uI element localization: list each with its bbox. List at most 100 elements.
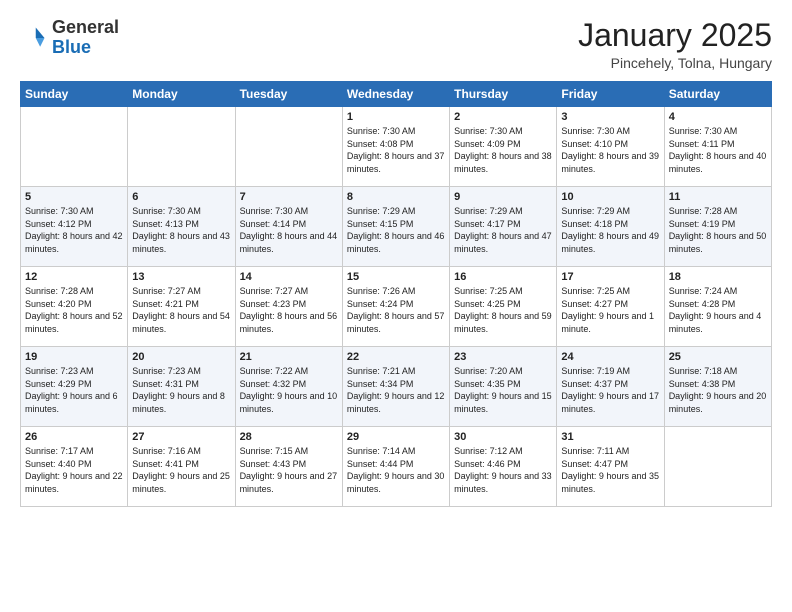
col-tuesday: Tuesday: [235, 82, 342, 107]
day-info: Sunrise: 7:30 AM Sunset: 4:08 PM Dayligh…: [347, 125, 445, 175]
calendar-cell: [21, 107, 128, 187]
day-number: 14: [240, 271, 338, 283]
day-info: Sunrise: 7:29 AM Sunset: 4:18 PM Dayligh…: [561, 205, 659, 255]
day-info: Sunrise: 7:21 AM Sunset: 4:34 PM Dayligh…: [347, 365, 445, 415]
day-number: 12: [25, 271, 123, 283]
day-number: 15: [347, 271, 445, 283]
calendar-cell: 9 Sunrise: 7:29 AM Sunset: 4:17 PM Daylig…: [450, 187, 557, 267]
day-info: Sunrise: 7:12 AM Sunset: 4:46 PM Dayligh…: [454, 445, 552, 495]
calendar-cell: 14 Sunrise: 7:27 AM Sunset: 4:23 PM Dayli…: [235, 267, 342, 347]
calendar-cell: 31 Sunrise: 7:11 AM Sunset: 4:47 PM Dayli…: [557, 427, 664, 507]
calendar-cell: 2 Sunrise: 7:30 AM Sunset: 4:09 PM Daylig…: [450, 107, 557, 187]
col-friday: Friday: [557, 82, 664, 107]
day-number: 18: [669, 271, 767, 283]
calendar-cell: 23 Sunrise: 7:20 AM Sunset: 4:35 PM Dayli…: [450, 347, 557, 427]
calendar-week-2: 5 Sunrise: 7:30 AM Sunset: 4:12 PM Daylig…: [21, 187, 772, 267]
day-number: 11: [669, 191, 767, 203]
day-number: 17: [561, 271, 659, 283]
day-number: 25: [669, 351, 767, 363]
day-info: Sunrise: 7:30 AM Sunset: 4:11 PM Dayligh…: [669, 125, 767, 175]
calendar-cell: 17 Sunrise: 7:25 AM Sunset: 4:27 PM Dayli…: [557, 267, 664, 347]
day-number: 27: [132, 431, 230, 443]
day-number: 28: [240, 431, 338, 443]
calendar-cell: 12 Sunrise: 7:28 AM Sunset: 4:20 PM Dayli…: [21, 267, 128, 347]
col-wednesday: Wednesday: [342, 82, 449, 107]
day-number: 2: [454, 111, 552, 123]
day-info: Sunrise: 7:20 AM Sunset: 4:35 PM Dayligh…: [454, 365, 552, 415]
day-info: Sunrise: 7:25 AM Sunset: 4:27 PM Dayligh…: [561, 285, 659, 335]
calendar-cell: 6 Sunrise: 7:30 AM Sunset: 4:13 PM Daylig…: [128, 187, 235, 267]
calendar-cell: 28 Sunrise: 7:15 AM Sunset: 4:43 PM Dayli…: [235, 427, 342, 507]
day-info: Sunrise: 7:11 AM Sunset: 4:47 PM Dayligh…: [561, 445, 659, 495]
day-number: 13: [132, 271, 230, 283]
calendar-cell: 5 Sunrise: 7:30 AM Sunset: 4:12 PM Daylig…: [21, 187, 128, 267]
day-info: Sunrise: 7:30 AM Sunset: 4:13 PM Dayligh…: [132, 205, 230, 255]
logo-icon: [20, 24, 48, 52]
day-info: Sunrise: 7:25 AM Sunset: 4:25 PM Dayligh…: [454, 285, 552, 335]
day-info: Sunrise: 7:30 AM Sunset: 4:12 PM Dayligh…: [25, 205, 123, 255]
day-number: 21: [240, 351, 338, 363]
calendar-week-3: 12 Sunrise: 7:28 AM Sunset: 4:20 PM Dayli…: [21, 267, 772, 347]
logo-text: General Blue: [52, 18, 119, 58]
col-saturday: Saturday: [664, 82, 771, 107]
calendar-cell: 4 Sunrise: 7:30 AM Sunset: 4:11 PM Daylig…: [664, 107, 771, 187]
col-sunday: Sunday: [21, 82, 128, 107]
day-info: Sunrise: 7:27 AM Sunset: 4:21 PM Dayligh…: [132, 285, 230, 335]
day-number: 31: [561, 431, 659, 443]
col-thursday: Thursday: [450, 82, 557, 107]
calendar-cell: [664, 427, 771, 507]
calendar-cell: 1 Sunrise: 7:30 AM Sunset: 4:08 PM Daylig…: [342, 107, 449, 187]
title-block: January 2025 Pincehely, Tolna, Hungary: [578, 18, 772, 71]
day-info: Sunrise: 7:28 AM Sunset: 4:20 PM Dayligh…: [25, 285, 123, 335]
day-number: 7: [240, 191, 338, 203]
day-info: Sunrise: 7:22 AM Sunset: 4:32 PM Dayligh…: [240, 365, 338, 415]
header-row: Sunday Monday Tuesday Wednesday Thursday…: [21, 82, 772, 107]
logo: General Blue: [20, 18, 119, 58]
day-info: Sunrise: 7:29 AM Sunset: 4:15 PM Dayligh…: [347, 205, 445, 255]
day-number: 24: [561, 351, 659, 363]
calendar-cell: [128, 107, 235, 187]
calendar-title: January 2025: [578, 18, 772, 53]
calendar-cell: 25 Sunrise: 7:18 AM Sunset: 4:38 PM Dayli…: [664, 347, 771, 427]
calendar-subtitle: Pincehely, Tolna, Hungary: [578, 55, 772, 71]
calendar-cell: 13 Sunrise: 7:27 AM Sunset: 4:21 PM Dayli…: [128, 267, 235, 347]
logo-general: General: [52, 17, 119, 37]
calendar-week-5: 26Sunrise: 7:17 AM Sunset: 4:40 PM Dayli…: [21, 427, 772, 507]
calendar-week-4: 19Sunrise: 7:23 AM Sunset: 4:29 PM Dayli…: [21, 347, 772, 427]
calendar-cell: 18 Sunrise: 7:24 AM Sunset: 4:28 PM Dayli…: [664, 267, 771, 347]
day-number: 9: [454, 191, 552, 203]
day-number: 6: [132, 191, 230, 203]
calendar-cell: 11Sunrise: 7:28 AM Sunset: 4:19 PM Dayli…: [664, 187, 771, 267]
day-number: 3: [561, 111, 659, 123]
day-number: 30: [454, 431, 552, 443]
day-number: 5: [25, 191, 123, 203]
day-info: Sunrise: 7:15 AM Sunset: 4:43 PM Dayligh…: [240, 445, 338, 495]
calendar-cell: 19Sunrise: 7:23 AM Sunset: 4:29 PM Dayli…: [21, 347, 128, 427]
day-info: Sunrise: 7:30 AM Sunset: 4:10 PM Dayligh…: [561, 125, 659, 175]
day-number: 1: [347, 111, 445, 123]
day-info: Sunrise: 7:29 AM Sunset: 4:17 PM Dayligh…: [454, 205, 552, 255]
calendar-cell: 27Sunrise: 7:16 AM Sunset: 4:41 PM Dayli…: [128, 427, 235, 507]
day-number: 4: [669, 111, 767, 123]
day-info: Sunrise: 7:27 AM Sunset: 4:23 PM Dayligh…: [240, 285, 338, 335]
calendar-cell: 7Sunrise: 7:30 AM Sunset: 4:14 PM Daylig…: [235, 187, 342, 267]
day-number: 23: [454, 351, 552, 363]
header: General Blue January 2025 Pincehely, Tol…: [20, 18, 772, 71]
calendar-cell: 22 Sunrise: 7:21 AM Sunset: 4:34 PM Dayli…: [342, 347, 449, 427]
calendar-cell: 15 Sunrise: 7:26 AM Sunset: 4:24 PM Dayli…: [342, 267, 449, 347]
day-info: Sunrise: 7:23 AM Sunset: 4:31 PM Dayligh…: [132, 365, 230, 415]
page: General Blue January 2025 Pincehely, Tol…: [0, 0, 792, 612]
day-info: Sunrise: 7:17 AM Sunset: 4:40 PM Dayligh…: [25, 445, 123, 495]
day-info: Sunrise: 7:26 AM Sunset: 4:24 PM Dayligh…: [347, 285, 445, 335]
calendar-cell: 26Sunrise: 7:17 AM Sunset: 4:40 PM Dayli…: [21, 427, 128, 507]
day-info: Sunrise: 7:30 AM Sunset: 4:09 PM Dayligh…: [454, 125, 552, 175]
calendar-cell: 16Sunrise: 7:25 AM Sunset: 4:25 PM Dayli…: [450, 267, 557, 347]
calendar-cell: 30 Sunrise: 7:12 AM Sunset: 4:46 PM Dayli…: [450, 427, 557, 507]
day-number: 22: [347, 351, 445, 363]
day-number: 20: [132, 351, 230, 363]
day-info: Sunrise: 7:23 AM Sunset: 4:29 PM Dayligh…: [25, 365, 123, 415]
calendar-cell: 29Sunrise: 7:14 AM Sunset: 4:44 PM Dayli…: [342, 427, 449, 507]
day-info: Sunrise: 7:14 AM Sunset: 4:44 PM Dayligh…: [347, 445, 445, 495]
day-info: Sunrise: 7:24 AM Sunset: 4:28 PM Dayligh…: [669, 285, 767, 335]
day-info: Sunrise: 7:18 AM Sunset: 4:38 PM Dayligh…: [669, 365, 767, 415]
